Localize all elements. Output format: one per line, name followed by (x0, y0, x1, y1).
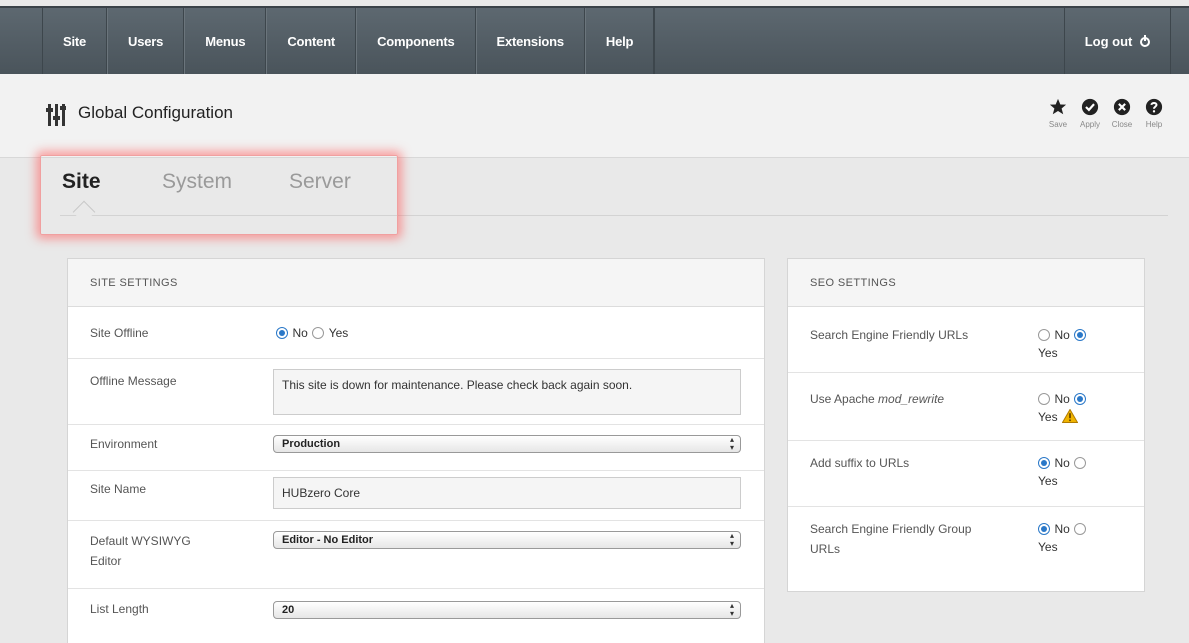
site-name-label: Site Name (90, 482, 147, 496)
site-offline-no-radio[interactable] (276, 327, 288, 339)
suffix-yes-label: Yes (1038, 474, 1058, 488)
site-offline-label: Site Offline (90, 326, 149, 340)
apply-button[interactable]: Apply (1075, 98, 1105, 129)
mod-rewrite-options: No Yes (1038, 390, 1118, 426)
editor-label-line1: Default WYSIWYG (90, 534, 191, 548)
site-offline-row: Site Offline No Yes (68, 307, 764, 359)
site-offline-yes-radio[interactable] (312, 327, 325, 339)
mod-rewrite-no-radio[interactable] (1038, 393, 1050, 405)
environment-select[interactable]: Production ▴ ▾ (273, 435, 741, 453)
suffix-yes-radio[interactable] (1074, 457, 1087, 469)
logout-label: Log out (1084, 34, 1133, 49)
site-offline-no-label: No (292, 326, 308, 340)
editor-value: Editor - No Editor (282, 534, 374, 546)
apply-label: Apply (1079, 120, 1100, 129)
nav-divider (654, 8, 656, 76)
tab-site[interactable]: Site (62, 170, 101, 194)
sef-urls-yes-label: Yes (1038, 346, 1058, 360)
editor-label: Default WYSIWYG Editor (90, 531, 191, 571)
offline-message-label: Offline Message (90, 374, 177, 388)
mod-rewrite-label: Use Apache mod_rewrite (810, 389, 944, 409)
list-length-row: List Length 20 ▴ ▾ (68, 589, 764, 643)
seo-settings-heading: SEO SETTINGS (788, 259, 1144, 307)
main-menu: Site Users Menus Content Components Exte… (42, 8, 656, 76)
close-circle-icon (1113, 98, 1131, 116)
select-arrows-icon: ▴ ▾ (729, 601, 734, 618)
sef-group-label: Search Engine Friendly Group URLs (810, 519, 971, 559)
environment-label: Environment (90, 437, 158, 451)
site-settings-heading: SITE SETTINGS (68, 259, 764, 307)
page-title: Global Configuration (78, 103, 233, 122)
site-settings-panel: SITE SETTINGS Site Offline No Yes Offlin… (67, 258, 765, 643)
nav-item-extensions[interactable]: Extensions (475, 8, 585, 76)
seo-settings-panel: SEO SETTINGS Search Engine Friendly URLs… (787, 258, 1145, 592)
sef-group-yes-label: Yes (1038, 540, 1058, 554)
close-label: Close (1111, 120, 1133, 129)
sef-urls-options: No Yes (1038, 326, 1118, 362)
list-length-value: 20 (282, 604, 295, 616)
suffix-label: Add suffix to URLs (810, 456, 910, 470)
sef-group-label-line1: Search Engine Friendly Group (810, 522, 972, 536)
editor-row: Default WYSIWYG Editor Editor - No Edito… (68, 521, 764, 589)
offline-message-row: Offline Message This site is down for ma… (68, 359, 764, 425)
nav-item-content[interactable]: Content (266, 8, 357, 76)
power-icon (1140, 35, 1150, 47)
editor-select[interactable]: Editor - No Editor ▴ ▾ (273, 531, 741, 549)
sef-urls-yes-radio[interactable] (1074, 329, 1087, 341)
mod-rewrite-label-prefix: Use Apache (810, 392, 879, 406)
save-button[interactable]: Save (1043, 98, 1073, 129)
list-length-select[interactable]: 20 ▴ ▾ (273, 601, 741, 619)
nav-item-menus[interactable]: Menus (184, 8, 267, 76)
site-offline-options: No Yes (276, 324, 348, 342)
select-arrows-icon: ▴ ▾ (729, 531, 734, 548)
site-offline-yes-label: Yes (328, 326, 349, 340)
nav-item-site[interactable]: Site (42, 8, 108, 76)
environment-value: Production (282, 438, 341, 450)
sef-group-row: Search Engine Friendly Group URLs No Yes (788, 507, 1144, 587)
sef-group-no-radio[interactable] (1038, 523, 1050, 535)
star-icon (1049, 98, 1067, 115)
top-nav-bar: Site Users Menus Content Components Exte… (0, 6, 1189, 76)
toolbar: Save Apply Close Help (1043, 98, 1169, 129)
logout-button[interactable]: Log out (1063, 8, 1171, 76)
nav-item-help[interactable]: Help (584, 8, 655, 76)
site-name-input[interactable]: HUBzero Core (273, 477, 741, 509)
sef-group-yes-radio[interactable] (1074, 523, 1087, 535)
tab-server[interactable]: Server (289, 170, 351, 194)
sef-urls-no-label: No (1054, 328, 1070, 342)
editor-label-line2: Editor (90, 554, 122, 568)
save-label: Save (1048, 120, 1068, 129)
suffix-no-radio[interactable] (1038, 457, 1050, 469)
nav-item-components[interactable]: Components (356, 8, 476, 76)
site-name-row: Site Name HUBzero Core (68, 471, 764, 521)
tab-system[interactable]: System (162, 170, 232, 194)
help-button[interactable]: Help (1139, 98, 1169, 129)
suffix-row: Add suffix to URLs No Yes (788, 441, 1144, 507)
sef-group-label-line2: URLs (810, 542, 841, 556)
list-length-label: List Length (90, 602, 149, 616)
environment-row: Environment Production ▴ ▾ (68, 425, 764, 471)
warning-icon (1062, 409, 1079, 423)
select-arrows-icon: ▴ ▾ (729, 435, 734, 452)
mod-rewrite-row: Use Apache mod_rewrite No Yes (788, 373, 1144, 441)
sef-group-no-label: No (1054, 522, 1070, 536)
sliders-icon (46, 104, 66, 126)
mod-rewrite-yes-label: Yes (1038, 410, 1058, 424)
sef-urls-row: Search Engine Friendly URLs No Yes (788, 307, 1144, 373)
nav-item-users[interactable]: Users (107, 8, 185, 76)
offline-message-textarea[interactable]: This site is down for maintenance. Pleas… (273, 369, 741, 415)
check-circle-icon (1081, 98, 1099, 116)
close-button[interactable]: Close (1107, 98, 1137, 129)
suffix-no-label: No (1054, 456, 1070, 470)
tabs-highlight (40, 155, 398, 235)
help-label: Help (1145, 120, 1163, 129)
mod-rewrite-label-em: mod_rewrite (878, 392, 945, 406)
sef-urls-no-radio[interactable] (1038, 329, 1050, 341)
help-circle-icon (1145, 98, 1163, 116)
mod-rewrite-yes-radio[interactable] (1074, 393, 1087, 405)
sef-group-options: No Yes (1038, 520, 1118, 556)
suffix-options: No Yes (1038, 454, 1118, 490)
sef-urls-label: Search Engine Friendly URLs (810, 328, 969, 342)
mod-rewrite-no-label: No (1054, 392, 1070, 406)
